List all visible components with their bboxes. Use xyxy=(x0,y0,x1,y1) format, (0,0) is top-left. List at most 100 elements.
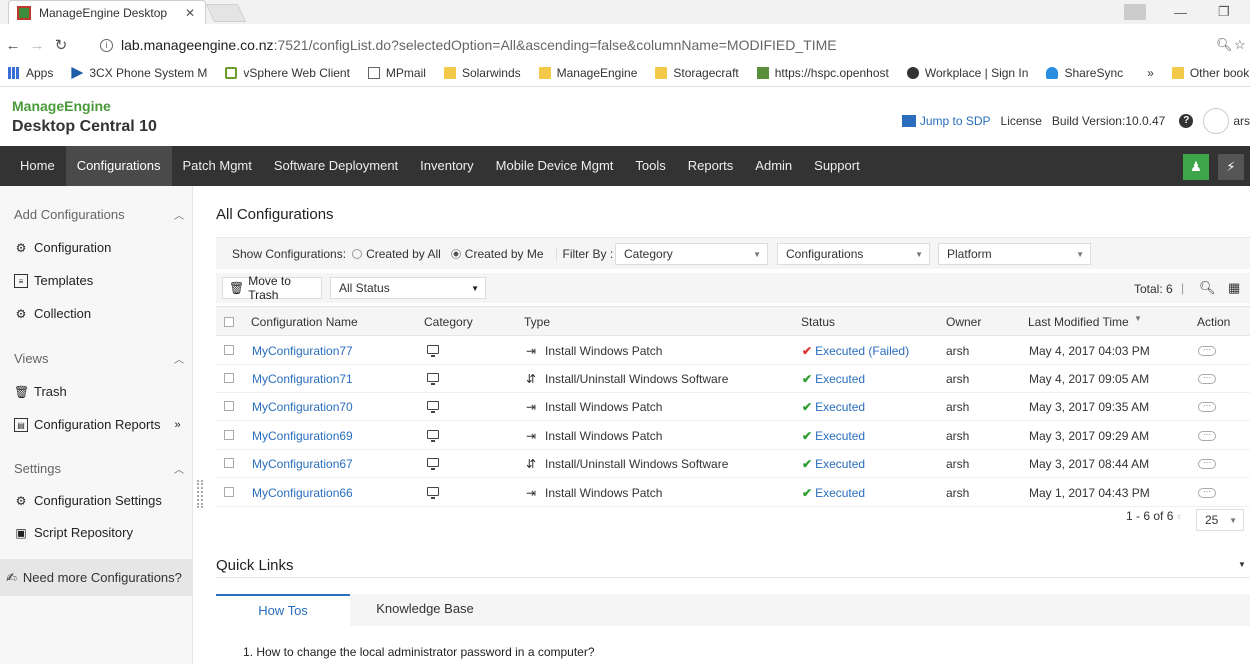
status-badge[interactable]: ✔ Executed xyxy=(802,457,865,471)
status-badge[interactable]: ✔ Executed (Failed) xyxy=(802,344,909,358)
bookmark-mpmail[interactable]: MPmail xyxy=(367,66,426,80)
status-select[interactable]: All Status ▼ xyxy=(330,277,486,299)
bookmark-3cx[interactable]: 3CX Phone System M xyxy=(71,66,207,80)
back-icon[interactable]: ← xyxy=(2,37,24,54)
col-configuration-name[interactable]: Configuration Name xyxy=(251,315,358,329)
sidebar-item-config-settings[interactable]: ⚙ Configuration Settings xyxy=(14,493,162,508)
table-row[interactable]: MyConfiguration69 ⇥ Install Windows Patc… xyxy=(216,422,1250,450)
select-all-checkbox[interactable] xyxy=(224,317,234,327)
nav-configurations[interactable]: Configurations xyxy=(65,146,172,186)
config-name-link[interactable]: MyConfiguration71 xyxy=(252,372,353,386)
need-more-configurations[interactable]: ✍︎ Need more Configurations? xyxy=(0,559,193,596)
nav-software-deployment[interactable]: Software Deployment xyxy=(263,146,409,186)
table-row[interactable]: MyConfiguration67 ⇵ Install/Uninstall Wi… xyxy=(216,450,1250,478)
forward-icon[interactable]: → xyxy=(26,37,48,54)
tab-how-tos[interactable]: How Tos xyxy=(216,594,350,626)
config-name-link[interactable]: MyConfiguration66 xyxy=(252,486,353,500)
minimize-icon[interactable]: — xyxy=(1174,0,1187,24)
sidebar-group-add[interactable]: Add Configurations ︿ xyxy=(14,207,184,222)
chevron-up-icon[interactable]: ︿ xyxy=(174,461,184,476)
sort-desc-icon[interactable]: ▼ xyxy=(1134,314,1142,323)
tab-knowledge-base[interactable]: Knowledge Base xyxy=(350,594,500,626)
nav-support[interactable]: Support xyxy=(803,146,871,186)
sidebar-item-collection[interactable]: ⚙ Collection xyxy=(14,306,91,321)
platform-select[interactable]: Platform ▼ xyxy=(938,243,1091,265)
more-actions-icon[interactable]: ··· xyxy=(1198,459,1216,469)
col-owner[interactable]: Owner xyxy=(946,315,981,329)
nav-admin[interactable]: Admin xyxy=(744,146,803,186)
prev-page-icon[interactable]: ‹ xyxy=(1177,509,1181,523)
status-badge[interactable]: ✔ Executed xyxy=(802,429,865,443)
created-by-all-radio[interactable] xyxy=(352,248,363,259)
star-icon[interactable]: ☆ xyxy=(1234,37,1246,53)
restore-icon[interactable]: ❐ xyxy=(1218,0,1230,24)
page-size-select[interactable]: 25 ▼ xyxy=(1196,509,1244,531)
collapse-icon[interactable]: ▼ xyxy=(1238,560,1246,569)
chevron-up-icon[interactable]: ︿ xyxy=(174,351,184,366)
new-tab-button[interactable] xyxy=(205,4,247,22)
more-actions-icon[interactable]: ··· xyxy=(1198,402,1216,412)
config-name-link[interactable]: MyConfiguration67 xyxy=(252,457,353,471)
bookmark-manageengine[interactable]: ManageEngine xyxy=(538,66,637,80)
chevron-up-icon[interactable]: ︿ xyxy=(174,207,184,222)
info-icon[interactable]: i xyxy=(100,38,113,52)
reports-more-icon[interactable]: » xyxy=(174,419,180,431)
bookmarks-overflow[interactable]: » xyxy=(1147,66,1154,80)
created-by-me-label[interactable]: Created by Me xyxy=(465,247,544,261)
bookmark-solarwinds[interactable]: Solarwinds xyxy=(443,66,521,80)
close-tab-icon[interactable]: ✕ xyxy=(185,6,195,20)
more-actions-icon[interactable]: ··· xyxy=(1198,488,1216,498)
status-badge[interactable]: ✔ Executed xyxy=(802,486,865,500)
nav-home[interactable]: Home xyxy=(0,146,66,186)
bookmark-workplace[interactable]: Workplace | Sign In xyxy=(906,66,1028,80)
url-field[interactable]: i lab.manageengine.co.nz:7521/configList… xyxy=(92,32,1250,58)
jump-to-sdp-link[interactable]: Jump to SDP xyxy=(901,114,991,128)
table-row[interactable]: MyConfiguration70 ⇥ Install Windows Patc… xyxy=(216,393,1250,421)
table-row[interactable]: MyConfiguration77 ⇥ Install Windows Patc… xyxy=(216,337,1250,365)
bookmark-sharesync[interactable]: ShareSync xyxy=(1046,66,1123,80)
move-to-trash-button[interactable]: 🗑︎ Move to Trash xyxy=(222,274,322,302)
config-name-link[interactable]: MyConfiguration70 xyxy=(252,400,353,414)
status-badge[interactable]: ✔ Executed xyxy=(802,400,865,414)
table-row[interactable]: MyConfiguration71 ⇵ Install/Uninstall Wi… xyxy=(216,365,1250,393)
config-name-link[interactable]: MyConfiguration69 xyxy=(252,429,353,443)
configurations-select[interactable]: Configurations ▼ xyxy=(777,243,930,265)
sidebar-group-settings[interactable]: Settings ︿ xyxy=(14,461,184,476)
reload-icon[interactable]: ↻ xyxy=(50,36,72,54)
bookmark-vsphere[interactable]: vSphere Web Client xyxy=(225,66,350,80)
search-icon[interactable]: 🔍︎ xyxy=(1199,280,1216,296)
row-checkbox[interactable] xyxy=(224,401,234,411)
row-checkbox[interactable] xyxy=(224,487,234,497)
how-to-link[interactable]: 1. How to change the local administrator… xyxy=(243,645,595,659)
avatar[interactable] xyxy=(1203,108,1230,134)
sidebar-item-reports[interactable]: ▤ Configuration Reports» xyxy=(14,417,181,432)
created-by-all-label[interactable]: Created by All xyxy=(366,247,441,261)
col-status[interactable]: Status xyxy=(801,315,835,329)
bookmark-hspc[interactable]: https://hspc.openhost xyxy=(756,66,889,80)
category-select[interactable]: Category ▼ xyxy=(615,243,768,265)
nav-inventory[interactable]: Inventory xyxy=(409,146,484,186)
sidebar-group-views[interactable]: Views ︿ xyxy=(14,351,184,366)
nav-reports[interactable]: Reports xyxy=(677,146,745,186)
col-last-modified[interactable]: Last Modified Time xyxy=(1028,315,1129,329)
more-actions-icon[interactable]: ··· xyxy=(1198,346,1216,356)
status-badge[interactable]: ✔ Executed xyxy=(802,372,865,386)
created-by-me-radio[interactable] xyxy=(450,248,461,259)
sidebar-item-trash[interactable]: 🗑︎ Trash xyxy=(14,384,67,399)
col-category[interactable]: Category xyxy=(424,315,473,329)
row-checkbox[interactable] xyxy=(224,345,234,355)
nav-mobile-device-mgmt[interactable]: Mobile Device Mgmt xyxy=(485,146,625,186)
sidebar-item-configuration[interactable]: ⚙ Configuration xyxy=(14,240,112,255)
row-checkbox[interactable] xyxy=(224,373,234,383)
rocket-icon[interactable]: ♟ xyxy=(1183,154,1209,180)
more-actions-icon[interactable]: ··· xyxy=(1198,374,1216,384)
lightning-icon[interactable]: ⚡︎ xyxy=(1218,154,1244,180)
col-type[interactable]: Type xyxy=(524,315,550,329)
nav-patch-mgmt[interactable]: Patch Mgmt xyxy=(172,146,263,186)
sidebar-resize-handle[interactable] xyxy=(197,480,203,508)
bookmark-storagecraft[interactable]: Storagecraft xyxy=(655,66,739,80)
zoom-icon[interactable]: 🔍︎ xyxy=(1216,37,1233,53)
row-checkbox[interactable] xyxy=(224,458,234,468)
profile-icon[interactable] xyxy=(1124,0,1146,24)
column-chooser-icon[interactable]: ▦ xyxy=(1228,280,1240,296)
